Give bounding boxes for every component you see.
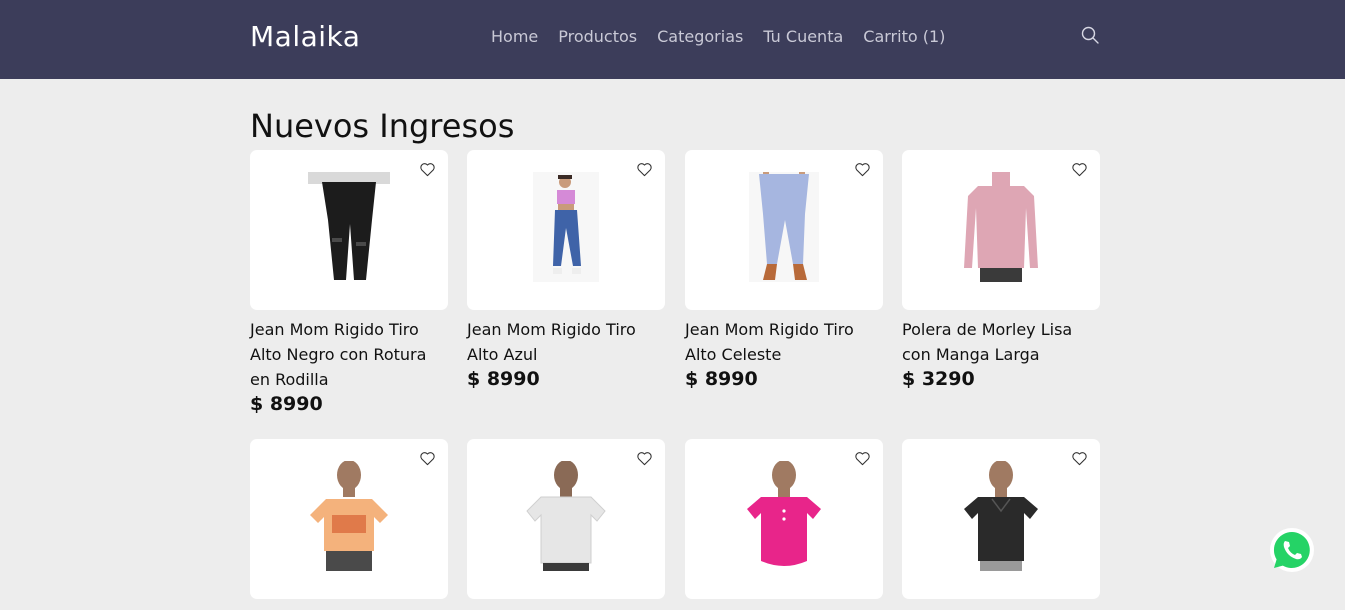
search-icon[interactable] (1080, 25, 1100, 45)
jeans-photo (308, 172, 390, 280)
product-card[interactable]: Jean Mom Rigido Tiro Alto Negro con Rotu… (250, 150, 448, 415)
longsleeve-photo (964, 172, 1038, 282)
product-image[interactable] (250, 439, 448, 599)
whatsapp-icon[interactable] (1268, 526, 1316, 574)
product-image[interactable] (250, 150, 448, 310)
heart-icon[interactable] (419, 162, 436, 177)
product-card[interactable]: Jean Mom Rigido Tiro Alto Azul $ 8990 (467, 150, 665, 390)
model-photo (533, 172, 599, 282)
brand-logo[interactable]: Malaika (250, 20, 360, 53)
page-title: Nuevos Ingresos (250, 107, 515, 146)
product-card[interactable]: Polera de Morley Lisa con Manga Larga $ … (902, 150, 1100, 390)
nav-categorias[interactable]: Categorias (657, 27, 743, 46)
product-price: $ 3290 (902, 368, 975, 390)
product-image[interactable] (685, 150, 883, 310)
product-card[interactable] (467, 439, 665, 599)
nav-tu-cuenta[interactable]: Tu Cuenta (763, 27, 843, 46)
heart-icon[interactable] (636, 162, 653, 177)
product-name[interactable]: Jean Mom Rigido Tiro Alto Celeste (685, 317, 883, 367)
nav-home[interactable]: Home (491, 27, 538, 46)
product-name[interactable]: Polera de Morley Lisa con Manga Larga (902, 317, 1100, 367)
heart-icon[interactable] (636, 451, 653, 466)
product-price: $ 8990 (685, 368, 758, 390)
main-nav: Home Productos Categorias Tu Cuenta Carr… (491, 27, 945, 46)
heart-icon[interactable] (419, 451, 436, 466)
heart-icon[interactable] (854, 451, 871, 466)
product-name[interactable]: Jean Mom Rigido Tiro Alto Azul (467, 317, 665, 367)
tshirt-photo (964, 461, 1038, 571)
product-image[interactable] (902, 150, 1100, 310)
product-price: $ 8990 (467, 368, 540, 390)
nav-carrito[interactable]: Carrito (1) (863, 27, 945, 46)
product-price: $ 8990 (250, 393, 323, 415)
product-card[interactable] (685, 439, 883, 599)
tshirt-photo (747, 461, 821, 566)
product-card[interactable] (902, 439, 1100, 599)
heart-icon[interactable] (854, 162, 871, 177)
jeans-photo (749, 172, 819, 282)
product-image[interactable] (902, 439, 1100, 599)
product-image[interactable] (467, 439, 665, 599)
product-card[interactable]: Jean Mom Rigido Tiro Alto Celeste $ 8990 (685, 150, 883, 390)
top-navbar: Malaika Home Productos Categorias Tu Cue… (0, 0, 1345, 79)
tshirt-photo (310, 461, 388, 571)
nav-productos[interactable]: Productos (558, 27, 637, 46)
product-card[interactable] (250, 439, 448, 599)
tshirt-photo (526, 461, 606, 571)
heart-icon[interactable] (1071, 451, 1088, 466)
product-image[interactable] (467, 150, 665, 310)
heart-icon[interactable] (1071, 162, 1088, 177)
product-name[interactable]: Jean Mom Rigido Tiro Alto Negro con Rotu… (250, 317, 448, 392)
product-image[interactable] (685, 439, 883, 599)
